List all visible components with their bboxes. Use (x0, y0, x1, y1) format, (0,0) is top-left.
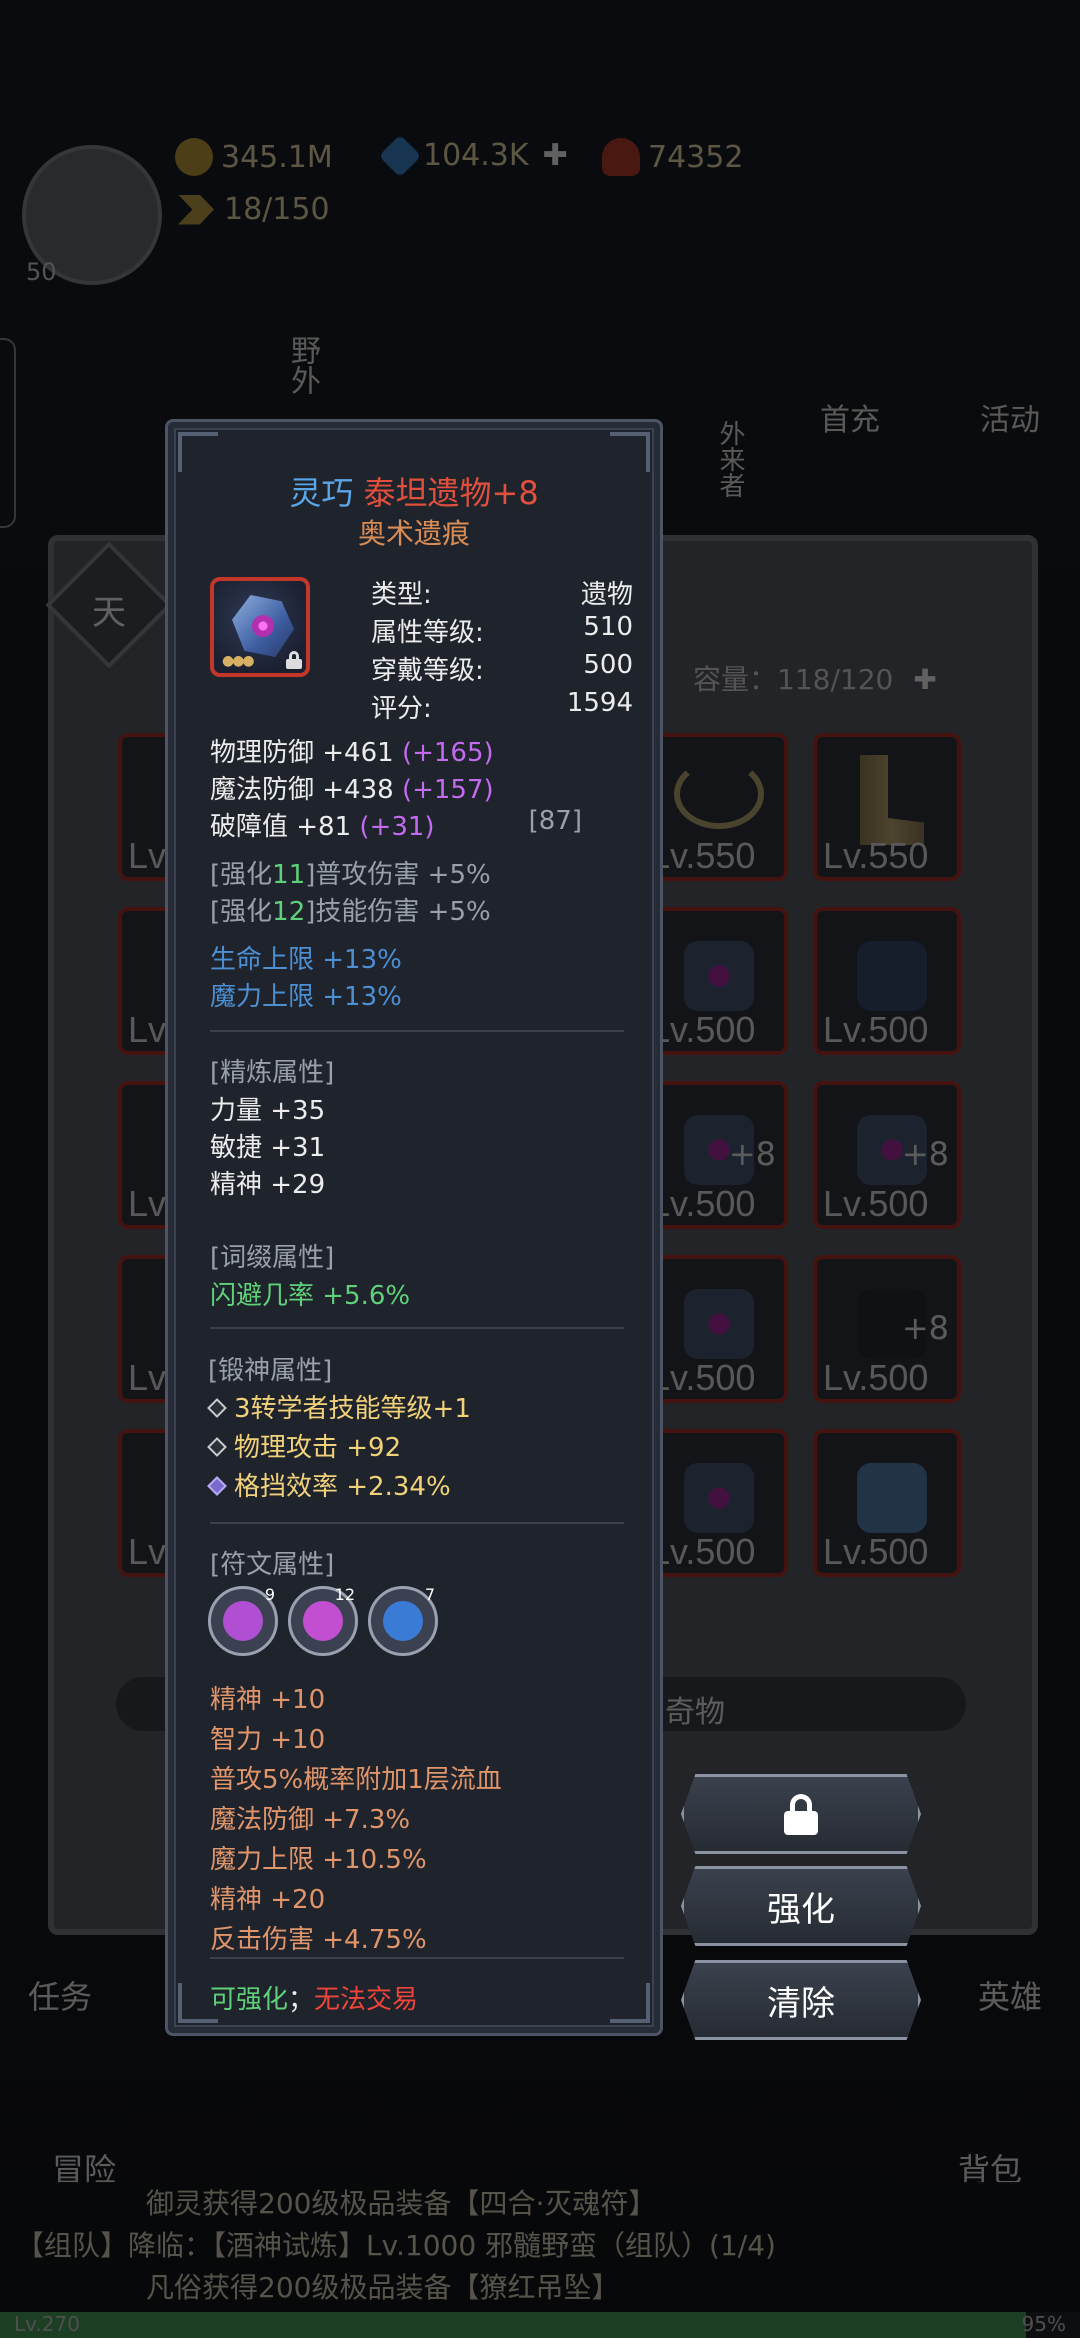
spark-rune-icon[interactable]: 12 (288, 1585, 358, 1656)
info-wear-level: 穿戴等级: 500 (371, 650, 633, 686)
divider (210, 1957, 624, 1959)
clear-button[interactable]: 清除 (681, 1960, 921, 2040)
expand-capacity-icon[interactable]: ✚ (913, 663, 943, 696)
diamond-counter[interactable]: 104.3K ✚ (378, 134, 568, 177)
boots-icon (860, 755, 924, 845)
relic-icon (684, 1463, 754, 1533)
stamina-counter: 18/150 (178, 192, 330, 227)
menu-wild[interactable]: 野外 (280, 335, 324, 395)
item-tooltip: 灵巧 泰坦遗物+8 奥术遗痕 ●●● 类型: 遗物 属性等级: 510 穿戴等级: 5… (165, 419, 663, 2036)
info-score: 评分: 1594 (371, 688, 633, 724)
info-attr-level: 属性等级: 510 (371, 612, 633, 648)
armor-icon (857, 941, 927, 1011)
lock-button[interactable] (681, 1774, 921, 1854)
item-lock-icon (286, 651, 302, 669)
exp-level: Lv.270 (14, 2312, 80, 2336)
rune-stat: 普攻5%概率附加1层流血 (210, 1765, 502, 1795)
item-name: 泰坦遗物+8 (363, 474, 539, 512)
base-stat: 魔法防御 +438 (+157) (210, 775, 494, 805)
relic-icon (684, 941, 754, 1011)
enhance-button[interactable]: 强化 (681, 1866, 921, 1946)
inventory-slot[interactable]: +8 Lv.500 (813, 1255, 961, 1403)
forge-stat: 格挡效率 +2.34% (207, 1466, 451, 1503)
exp-bar (0, 2312, 1080, 2338)
refine-stat: 力量 +35 (210, 1096, 326, 1126)
rune-stat: 智力 +10 (210, 1725, 326, 1755)
inventory-capacity: 容量：118/120 ✚ (693, 658, 943, 698)
menu-first-charge[interactable]: 首充 (820, 395, 880, 439)
item-title: 灵巧 泰坦遗物+8 (168, 468, 660, 514)
base-stat: 物理防御 +461 (+165) (210, 738, 494, 768)
item-quality: 灵巧 (289, 474, 354, 512)
tooltip-footer: 可强化；无法交易 (210, 1985, 419, 2015)
enhanceable-status: 可强化 (210, 1985, 289, 2015)
enhance-stat: [强化11]普攻伤害 +5% (210, 860, 491, 890)
nav-task[interactable]: 任务 (28, 1972, 92, 2018)
exp-bar-fill (0, 2312, 1026, 2338)
rune-stat: 魔力上限 +10.5% (210, 1845, 427, 1875)
diamond-icon (378, 134, 422, 177)
rune-stat: 魔法防御 +7.3% (210, 1805, 411, 1835)
relic-icon (684, 1289, 754, 1359)
refine-stat: 精神 +29 (210, 1170, 326, 1200)
refine-stat: 敏捷 +31 (210, 1133, 326, 1163)
side-pull-tab[interactable] (0, 338, 16, 528)
drop-rune-icon[interactable]: 7 (368, 1585, 438, 1656)
stamina-arrow-icon (178, 194, 214, 225)
player-level: 50 (26, 258, 57, 286)
set-bonus-stat: 魔力上限 +13% (210, 982, 402, 1012)
divider (210, 1327, 624, 1329)
eye-rune-icon[interactable]: 9 (208, 1585, 278, 1656)
diamond-bullet-icon (207, 1398, 227, 1418)
relic-eye-icon (252, 615, 274, 637)
menu-activity[interactable]: 活动 (980, 395, 1040, 439)
menu-outer[interactable]: 外来者 (712, 420, 749, 498)
enhance-stat: [强化12]技能伤害 +5% (210, 897, 491, 927)
add-diamond-icon[interactable]: ✚ (543, 138, 568, 173)
news-line: 凡俗获得200级极品装备【獠红吊坠】 (146, 2271, 620, 2304)
affix-header: [词缀属性] (210, 1243, 335, 1273)
rune-row: 9 12 7 (208, 1585, 448, 1660)
diamond-bullet-icon (207, 1476, 227, 1496)
cube-relic-icon (857, 1463, 927, 1533)
set-bonus-stat: 生命上限 +13% (210, 945, 402, 975)
inventory-slot[interactable]: +8 Lv.500 (813, 1081, 961, 1229)
forge-stat: 物理攻击 +92 (207, 1427, 401, 1464)
gem-counter: 74352 (602, 138, 743, 176)
rune-stat: 反击伤害 +4.75% (210, 1925, 427, 1955)
diamond-bullet-icon (207, 1437, 227, 1457)
inventory-slot[interactable]: Lv.500 (813, 1429, 961, 1577)
inventory-slot[interactable]: Lv.550 (813, 733, 961, 881)
exp-percent: 95% (1021, 2312, 1066, 2336)
tab-curio[interactable]: 奇物 (665, 1687, 725, 1731)
refine-header: [精炼属性] (210, 1058, 335, 1088)
divider (210, 1030, 624, 1032)
nav-hero[interactable]: 英雄 (978, 1972, 1042, 2018)
news-line: 御灵获得200级极品装备【四合·灭魂符】 (146, 2187, 657, 2220)
affix-stat: 闪避几率 +5.6% (210, 1281, 411, 1311)
lock-icon (784, 1794, 818, 1835)
news-line: 【组队】降临：【酒神试炼】Lv.1000 邪髓野蛮（组队）(1/4) (16, 2229, 776, 2262)
rune-header: [符文属性] (210, 1550, 335, 1580)
forge-stat: 3转学者技能等级+1 (207, 1388, 471, 1425)
rune-stat: 精神 +10 (210, 1685, 326, 1715)
tradeable-status: 无法交易 (314, 1985, 419, 2015)
star-dots-icon: ●●● (222, 653, 255, 669)
divider (210, 1522, 624, 1524)
forge-header: [锻神属性] (208, 1356, 333, 1386)
item-icon: ●●● (210, 577, 310, 677)
item-suffix: 奥术遗痕 (357, 517, 470, 550)
necklace-icon (674, 759, 764, 829)
info-type: 类型: 遗物 (371, 580, 633, 610)
gold-coin-icon (175, 138, 213, 176)
rune-stat: 精神 +20 (210, 1885, 326, 1915)
inventory-slot[interactable]: Lv.500 (813, 907, 961, 1055)
gold-counter: 345.1M (175, 138, 333, 176)
base-stat: 破障值 +81 (+31) [87] (210, 806, 582, 842)
red-gem-icon (602, 138, 640, 176)
inventory-badge-label: 天 (92, 593, 126, 633)
